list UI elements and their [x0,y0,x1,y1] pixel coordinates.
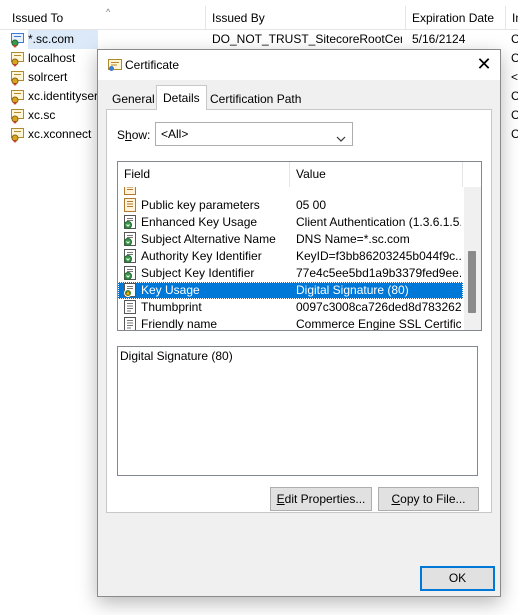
certificate-icon [10,30,26,49]
show-label: Show: [117,128,150,142]
column-header-value[interactable]: Value [290,162,462,187]
cert-field-icon [123,187,138,196]
column-header-filler [462,162,481,187]
column-header-label: Expiration Date [412,11,495,25]
copy-to-file-button[interactable]: Copy to File... [378,487,479,511]
issued-to-cell: localhost [28,51,76,65]
column-header-issued-by[interactable]: Issued By [206,6,406,30]
field-list-row[interactable]: Subject Alternative Name DNS Name=*.sc.co… [118,231,463,248]
show-label-accelerator: h [125,128,132,142]
chevron-down-icon [336,129,346,142]
field-value: Digital Signature (80) [296,283,409,297]
field-list-row[interactable]: Public key parameters 05 00 [118,197,463,214]
field-list-row[interactable]: Thumbprint 0097c3008ca726ded8d783262... [118,299,463,316]
issued-to-cell: xc.identityserv [28,89,98,103]
dialog-title: Certificate [125,58,180,72]
document-icon [123,300,138,315]
field-list-row[interactable]: Authority Key Identifier KeyID=f3bb862032… [118,248,463,265]
intended-purpose-cell: C [511,108,518,122]
column-header-label: Issued By [212,11,265,25]
field-value: 77e4c5ee5bd1a9b3379fed9ee... [296,266,461,280]
issued-to-cell: *.sc.com [28,30,98,49]
button-accelerator: C [391,492,401,506]
issued-by-cell: DO_NOT_TRUST_SitecoreRootCert [212,32,402,46]
certificate-icon [10,49,26,68]
certificate-icon [10,87,26,106]
field-list-row[interactable]: Friendly name Commerce Engine SSL Certifi… [118,316,463,331]
edit-properties-button[interactable]: Edit Properties... [270,487,372,511]
certificate-icon [108,59,122,72]
sort-ascending-icon: ^ [106,7,111,17]
cert-field-icon [123,198,138,213]
column-header-expiration[interactable]: Expiration Date [406,6,506,30]
issued-to-cell: xc.sc [28,108,56,122]
tab-general[interactable]: General [106,88,161,110]
certificate-icon [10,125,26,144]
details-tab-panel: Show: <All> Field Value Public key param… [106,109,492,513]
close-button[interactable]: ✕ [468,50,500,80]
scrollbar-thumb[interactable] [468,251,476,313]
field-name: Friendly name [141,317,218,331]
tab-details[interactable]: Details [156,85,207,110]
intended-purpose-cell: C [511,89,518,103]
field-list-row[interactable]: Subject Key Identifier 77e4c5ee5bd1a9b337… [118,265,463,282]
field-list-header: Field Value [118,162,481,187]
tab-certification-path[interactable]: Certification Path [204,88,307,110]
certificate-dialog: Certificate ✕ General Details Certificat… [97,49,501,597]
button-label-end: dit Properties... [284,492,366,506]
extension-icon [123,215,138,230]
extension-icon [123,232,138,247]
button-accelerator: E [276,492,285,506]
field-name: Thumbprint [141,300,202,314]
field-name: Public key parameters [141,198,260,212]
show-filter-select[interactable]: <All> [155,122,353,146]
intended-purpose-cell: < [511,70,518,84]
show-label-text: S [117,128,126,142]
intended-purpose-cell: C [511,32,518,46]
vertical-scrollbar[interactable] [464,187,481,330]
intended-purpose-cell: C [511,127,518,141]
field-name: Enhanced Key Usage [141,215,258,229]
extension-icon [123,266,138,281]
field-value: KeyID=f3bb86203245b044f9c... [296,249,461,263]
ok-button[interactable]: OK [420,566,495,591]
field-value: Client Authentication (1.3.6.1.5.... [296,215,461,229]
field-rows: Public key parameters 05 00 Enhanced Key U… [118,187,463,331]
column-header-label: In [512,11,518,25]
field-value: DNS Name=*.sc.com [296,232,410,246]
critical-extension-icon [123,283,138,298]
field-value: 0097c3008ca726ded8d783262... [296,300,461,314]
show-label-text-end: ow: [131,128,151,142]
expiration-cell: 5/16/2124 [412,32,466,46]
field-name: Subject Alternative Name [141,232,276,246]
button-label-end: opy to File... [400,492,466,506]
field-list-row[interactable]: Enhanced Key Usage Client Authentication … [118,214,463,231]
field-list: Field Value Public key parameters 05 00 En… [117,161,482,331]
field-list-row[interactable] [118,187,463,197]
field-name: Subject Key Identifier [141,266,255,280]
intended-purpose-cell: C [511,51,518,65]
field-name: Key Usage [141,283,200,297]
certificate-row[interactable]: *.sc.com DO_NOT_TRUST_SitecoreRootCert 5/1… [0,30,518,49]
issued-to-cell: xc.xconnect [28,127,92,141]
issued-to-cell: solrcert [28,70,68,84]
dialog-title-bar[interactable]: Certificate ✕ [98,50,500,80]
close-icon: ✕ [476,54,492,74]
field-value: 05 00 [296,198,327,212]
column-header-issued-to[interactable]: Issued To ^ [6,6,206,30]
certificate-icon [10,106,26,125]
certificate-icon [10,68,26,87]
document-icon [123,317,138,330]
field-list-row[interactable]: Key Usage Digital Signature (80) [118,282,463,299]
column-header-intended[interactable]: In [506,6,518,30]
list-header: Issued To ^ Issued By Expiration Date In [0,6,518,30]
field-value: Commerce Engine SSL Certificate [296,317,461,331]
column-header-field[interactable]: Field [118,162,290,187]
show-filter-value: <All> [161,127,189,141]
field-name: Authority Key Identifier [141,249,262,263]
column-header-label: Issued To [12,11,64,25]
extension-icon [123,249,138,264]
field-detail-textbox[interactable]: Digital Signature (80) [117,346,478,476]
